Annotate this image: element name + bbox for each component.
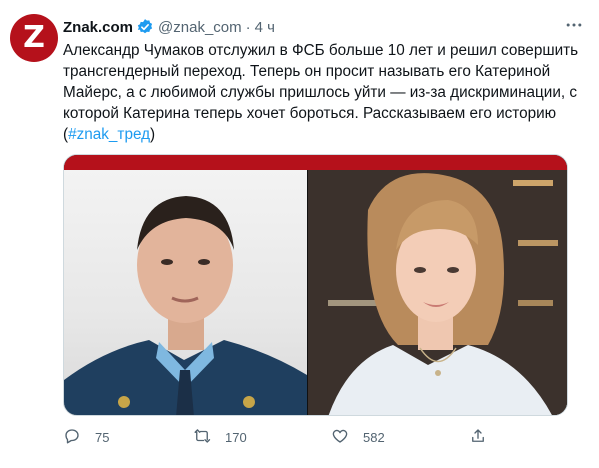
retweet-count: 170 xyxy=(225,429,247,445)
hashtag-link[interactable]: #znak_тред xyxy=(68,126,150,143)
like-button[interactable]: 582 xyxy=(331,426,385,448)
tweet-text: Александр Чумаков отслужил в ФСБ больше … xyxy=(63,40,583,145)
share-icon xyxy=(469,427,487,448)
like-icon xyxy=(331,427,349,448)
photo-left xyxy=(64,170,307,415)
reply-button[interactable]: 75 xyxy=(63,426,109,448)
media-header-bar xyxy=(64,155,567,170)
avatar-letter: Z xyxy=(23,20,45,55)
reply-count: 75 xyxy=(95,429,110,445)
avatar[interactable]: Z xyxy=(10,14,58,62)
timestamp[interactable]: 4 ч xyxy=(255,19,275,36)
author-name[interactable]: Znak.com xyxy=(63,19,133,36)
separator-dot: · xyxy=(245,18,251,36)
tweet-actions: 75 170 582 xyxy=(63,426,533,448)
tweet[interactable]: Z Znak.com @znak_com · 4 ч Александр Чум… xyxy=(0,0,599,468)
author-handle[interactable]: @znak_com xyxy=(158,19,242,36)
verified-badge-icon xyxy=(136,18,154,36)
retweet-button[interactable]: 170 xyxy=(193,426,247,448)
like-count: 582 xyxy=(363,429,385,445)
tweet-header: Znak.com @znak_com · 4 ч xyxy=(63,16,275,38)
share-button[interactable] xyxy=(469,426,487,448)
reply-icon xyxy=(63,427,81,448)
tweet-text-end: ) xyxy=(150,126,156,143)
photo-right xyxy=(308,170,567,415)
more-icon[interactable] xyxy=(563,14,585,36)
media-image[interactable] xyxy=(63,154,568,416)
retweet-icon xyxy=(193,427,211,448)
